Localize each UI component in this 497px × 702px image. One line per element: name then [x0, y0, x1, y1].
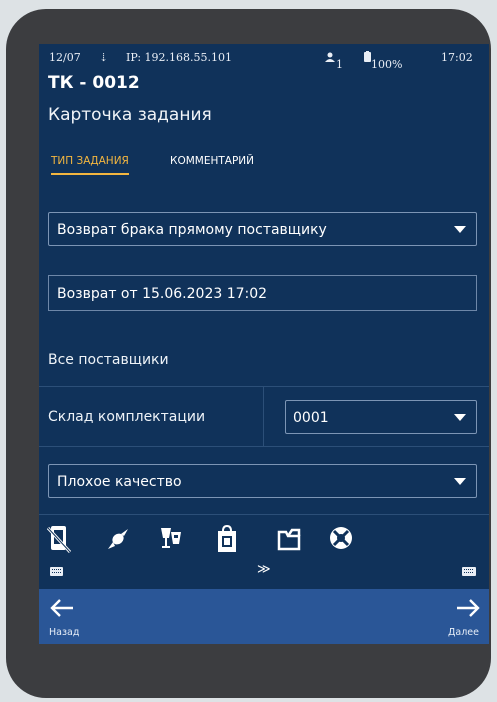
- drink-icon[interactable]: [157, 524, 183, 554]
- warehouse-label: Склад комплектации: [48, 409, 206, 425]
- divider: [39, 386, 489, 387]
- page-title: ТК - 0012: [48, 73, 140, 93]
- device-frame: 12/07 ⇣ IP: 192.168.55.101 1 100% 17:02 …: [6, 9, 491, 698]
- reason-select[interactable]: Плохое качество: [48, 464, 477, 498]
- status-battery: 100%: [364, 51, 402, 71]
- keyboard-icon[interactable]: [462, 567, 476, 576]
- status-ip: IP: 192.168.55.101: [126, 51, 233, 64]
- page-subtitle: Карточка задания: [48, 105, 212, 125]
- category-toolbar: [39, 524, 489, 564]
- divider: [39, 514, 489, 515]
- warehouse-value: 0001: [293, 410, 329, 426]
- tab-task-type[interactable]: ТИП ЗАДАНИЯ: [51, 155, 129, 175]
- box-icon[interactable]: [276, 524, 302, 554]
- divider: [263, 386, 264, 446]
- status-battery-value: 100%: [371, 58, 403, 71]
- divider: [39, 446, 489, 447]
- bottom-navigation: Назад Далее: [39, 589, 489, 644]
- back-label: Назад: [49, 627, 80, 638]
- description-field[interactable]: Возврат от 15.06.2023 17:02: [48, 275, 477, 311]
- app-screen: 12/07 ⇣ IP: 192.168.55.101 1 100% 17:02 …: [39, 44, 489, 644]
- next-button[interactable]: Далее: [409, 589, 489, 644]
- suppliers-selector[interactable]: Все поставщики: [48, 352, 169, 368]
- arrow-right-icon: [457, 599, 480, 617]
- lifebuoy-icon[interactable]: [328, 524, 354, 554]
- status-time: 17:02: [441, 51, 473, 64]
- keyboard-icon[interactable]: [50, 567, 63, 576]
- warehouse-select[interactable]: 0001: [285, 400, 477, 434]
- no-mobile-icon[interactable]: [47, 524, 73, 554]
- shopping-bag-icon[interactable]: [214, 524, 240, 554]
- task-type-select[interactable]: Возврат брака прямому поставщику: [48, 212, 477, 246]
- chevron-down-icon: [454, 478, 466, 485]
- expand-more-icon[interactable]: ≫: [257, 562, 271, 577]
- chevron-down-icon: [454, 414, 466, 421]
- status-users-count: 1: [336, 58, 343, 71]
- user-icon: [325, 52, 335, 62]
- candy-icon[interactable]: [105, 524, 131, 554]
- reason-value: Плохое качество: [57, 474, 182, 490]
- task-type-value: Возврат брака прямому поставщику: [57, 222, 327, 238]
- status-bar: 12/07 ⇣ IP: 192.168.55.101 1 100% 17:02: [39, 44, 489, 71]
- status-users: 1: [324, 51, 343, 71]
- wifi-icon: ⇣: [99, 51, 109, 64]
- arrow-left-icon: [50, 599, 73, 617]
- tab-comment[interactable]: КОММЕНТАРИЙ: [170, 155, 254, 167]
- tab-bar: ТИП ЗАДАНИЯ КОММЕНТАРИЙ: [39, 144, 489, 184]
- description-value: Возврат от 15.06.2023 17:02: [57, 286, 268, 302]
- next-label: Далее: [447, 627, 479, 638]
- battery-icon: [364, 51, 371, 62]
- status-date: 12/07: [49, 51, 81, 64]
- back-button[interactable]: Назад: [39, 589, 119, 644]
- chevron-down-icon: [454, 226, 466, 233]
